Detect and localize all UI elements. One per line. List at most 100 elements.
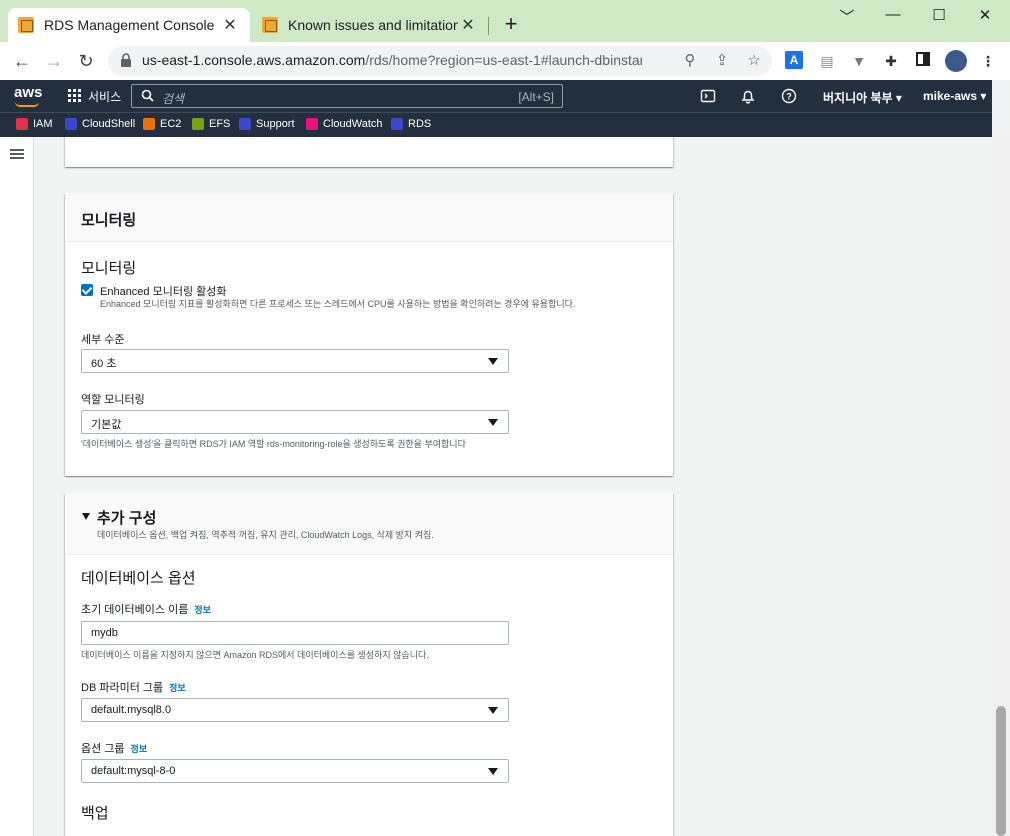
additional-config-header[interactable]: 추가 구성 데이터베이스 옵션, 백업 켜짐, 역추적 꺼짐, 유지 관리, C…	[65, 493, 673, 555]
aws-logo-text: aws	[14, 84, 43, 101]
initial-db-name-input[interactable]	[81, 621, 509, 645]
account-menu[interactable]: mike-aws ▾	[923, 89, 986, 103]
star-icon[interactable]: ☆	[744, 51, 764, 71]
enhanced-monitoring-desc: Enhanced 모니터링 지표를 활성화하면 다른 프로세스 또는 스레드에서…	[100, 299, 576, 309]
additional-config-card: 추가 구성 데이터베이스 옵션, 백업 켜짐, 역추적 꺼짐, 유지 관리, C…	[65, 493, 673, 836]
new-tab-button[interactable]: +	[498, 11, 524, 37]
additional-config-title[interactable]: 추가 구성	[97, 507, 156, 528]
favorite-cloudwatch[interactable]: CloudWatch	[306, 118, 383, 130]
search-shortcut: [Alt+S]	[518, 90, 554, 104]
enhanced-monitoring-checkbox[interactable]	[81, 284, 93, 296]
minimize-icon[interactable]: —	[870, 6, 916, 26]
efs-icon	[192, 118, 204, 130]
tab-rds-console[interactable]: RDS Management Console ✕	[8, 8, 250, 42]
close-tab-icon[interactable]: ✕	[458, 15, 478, 35]
search-placeholder: 검색	[162, 92, 185, 106]
scrollbar-thumb[interactable]	[996, 706, 1006, 836]
ec2-icon	[143, 118, 155, 130]
tab-known-issues[interactable]: Known issues and limitations fo ✕	[252, 8, 488, 42]
maximize-icon[interactable]: ☐	[916, 6, 962, 26]
caret-down-icon	[488, 768, 498, 775]
lock-icon	[121, 53, 131, 67]
main-content: 모니터링 모니터링 Enhanced 모니터링 활성화 Enhanced 모니터…	[35, 137, 992, 836]
favorite-label: CloudShell	[82, 118, 136, 130]
additional-config-desc: 데이터베이스 옵션, 백업 켜짐, 역추적 꺼짐, 유지 관리, CloudWa…	[97, 530, 434, 540]
reload-icon[interactable]: ↻	[74, 50, 98, 72]
info-link[interactable]: 정보	[194, 605, 211, 615]
hamburger-menu-icon[interactable]	[10, 149, 24, 159]
label-text: 옵션 그룹	[81, 743, 125, 755]
select-value: 60 초	[91, 358, 117, 370]
menu-kebab-icon[interactable]: ⋮	[978, 51, 998, 71]
address-bar[interactable]: us-east-1.console.aws.amazon.com/rds/hom…	[108, 46, 772, 76]
backup-title: 백업	[81, 805, 109, 822]
services-menu[interactable]: 서비스	[88, 88, 121, 105]
rds-icon	[391, 118, 403, 130]
back-icon[interactable]: ←	[10, 50, 34, 72]
option-group-select[interactable]: default:mysql-8-0	[81, 759, 509, 783]
info-link[interactable]: 정보	[169, 683, 186, 693]
caret-down-icon	[488, 707, 498, 714]
forward-icon[interactable]: →	[42, 50, 66, 72]
url-text[interactable]: us-east-1.console.aws.amazon.com/rds/hom…	[142, 52, 642, 68]
subsection-title: 모니터링	[81, 260, 137, 277]
aws-search-box[interactable]: 검색 [Alt+S]	[131, 84, 563, 108]
url-path: /rds/home?region=us-east-1#launch-dbinst…	[365, 52, 642, 68]
monitoring-role-label: 역할 모니터링	[81, 394, 145, 406]
help-icon[interactable]: ?	[781, 88, 797, 104]
vue-extension-icon[interactable]: ▼	[849, 51, 869, 71]
caret-down-icon	[488, 358, 498, 365]
monitoring-card-header: 모니터링	[65, 193, 673, 242]
favorites-bar: IAM CloudShell EC2 EFS Support CloudWatc…	[0, 112, 992, 137]
initial-db-name-field[interactable]	[82, 622, 508, 644]
cloudwatch-icon	[306, 118, 318, 130]
initial-db-name-label: 초기 데이터베이스 이름 정보	[81, 601, 211, 617]
svg-text:?: ?	[786, 92, 792, 102]
aws-box-icon	[262, 17, 278, 33]
page-scrollbar[interactable]	[992, 137, 1010, 836]
caret-expanded-icon[interactable]	[82, 513, 90, 520]
notifications-bell-icon[interactable]	[740, 88, 756, 104]
favorite-iam[interactable]: IAM	[16, 118, 53, 130]
label-text: 초기 데이터베이스 이름	[81, 604, 189, 616]
db-parameter-group-select[interactable]: default.mysql8.0	[81, 698, 509, 722]
aws-logo[interactable]: aws	[14, 84, 43, 107]
aws-box-icon	[18, 17, 34, 33]
side-panel-icon[interactable]	[913, 51, 933, 71]
cloudshell-service-icon	[65, 118, 77, 130]
select-value: default.mysql8.0	[91, 704, 172, 716]
label-text: DB 파라미터 그룹	[81, 682, 164, 694]
screenshot-extension-icon[interactable]: ▤	[817, 51, 837, 71]
favorite-support[interactable]: Support	[239, 118, 295, 130]
services-grid-icon[interactable]	[68, 89, 81, 102]
left-sidebar	[0, 137, 34, 836]
support-icon	[239, 118, 251, 130]
tab-search-icon[interactable]: ﹀	[824, 6, 870, 26]
tab-title: Known issues and limitations fo	[288, 17, 458, 33]
favorite-label: RDS	[408, 118, 432, 130]
region-selector[interactable]: 버지니아 북부 ▾	[823, 89, 902, 106]
extensions-puzzle-icon[interactable]: ✚	[881, 51, 901, 71]
select-value: default:mysql-8-0	[91, 765, 176, 777]
cloudshell-icon[interactable]	[700, 88, 716, 104]
favorite-rds[interactable]: RDS	[391, 118, 431, 130]
favorite-label: IAM	[33, 118, 53, 130]
granularity-select[interactable]: 60 초	[81, 349, 509, 373]
info-link[interactable]: 정보	[131, 744, 148, 754]
favorite-efs[interactable]: EFS	[192, 118, 230, 130]
caret-down-icon	[488, 419, 498, 426]
favorite-label: EC2	[160, 118, 182, 130]
share-icon[interactable]: ⇪	[712, 51, 732, 71]
favorite-ec2[interactable]: EC2	[143, 118, 181, 130]
zoom-icon[interactable]: ⚲	[680, 51, 700, 71]
tab-title: RDS Management Console	[44, 17, 215, 33]
profile-avatar[interactable]	[945, 50, 967, 72]
browser-tab-strip: RDS Management Console ✕ Known issues an…	[0, 0, 1010, 42]
search-icon	[141, 89, 154, 102]
close-window-icon[interactable]: ✕	[962, 6, 1008, 26]
translate-extension-icon[interactable]: A	[785, 51, 803, 69]
monitoring-role-select[interactable]: 기본값	[81, 410, 509, 434]
iam-icon	[16, 118, 28, 130]
close-tab-icon[interactable]: ✕	[220, 15, 240, 35]
favorite-cloudshell[interactable]: CloudShell	[65, 118, 135, 130]
